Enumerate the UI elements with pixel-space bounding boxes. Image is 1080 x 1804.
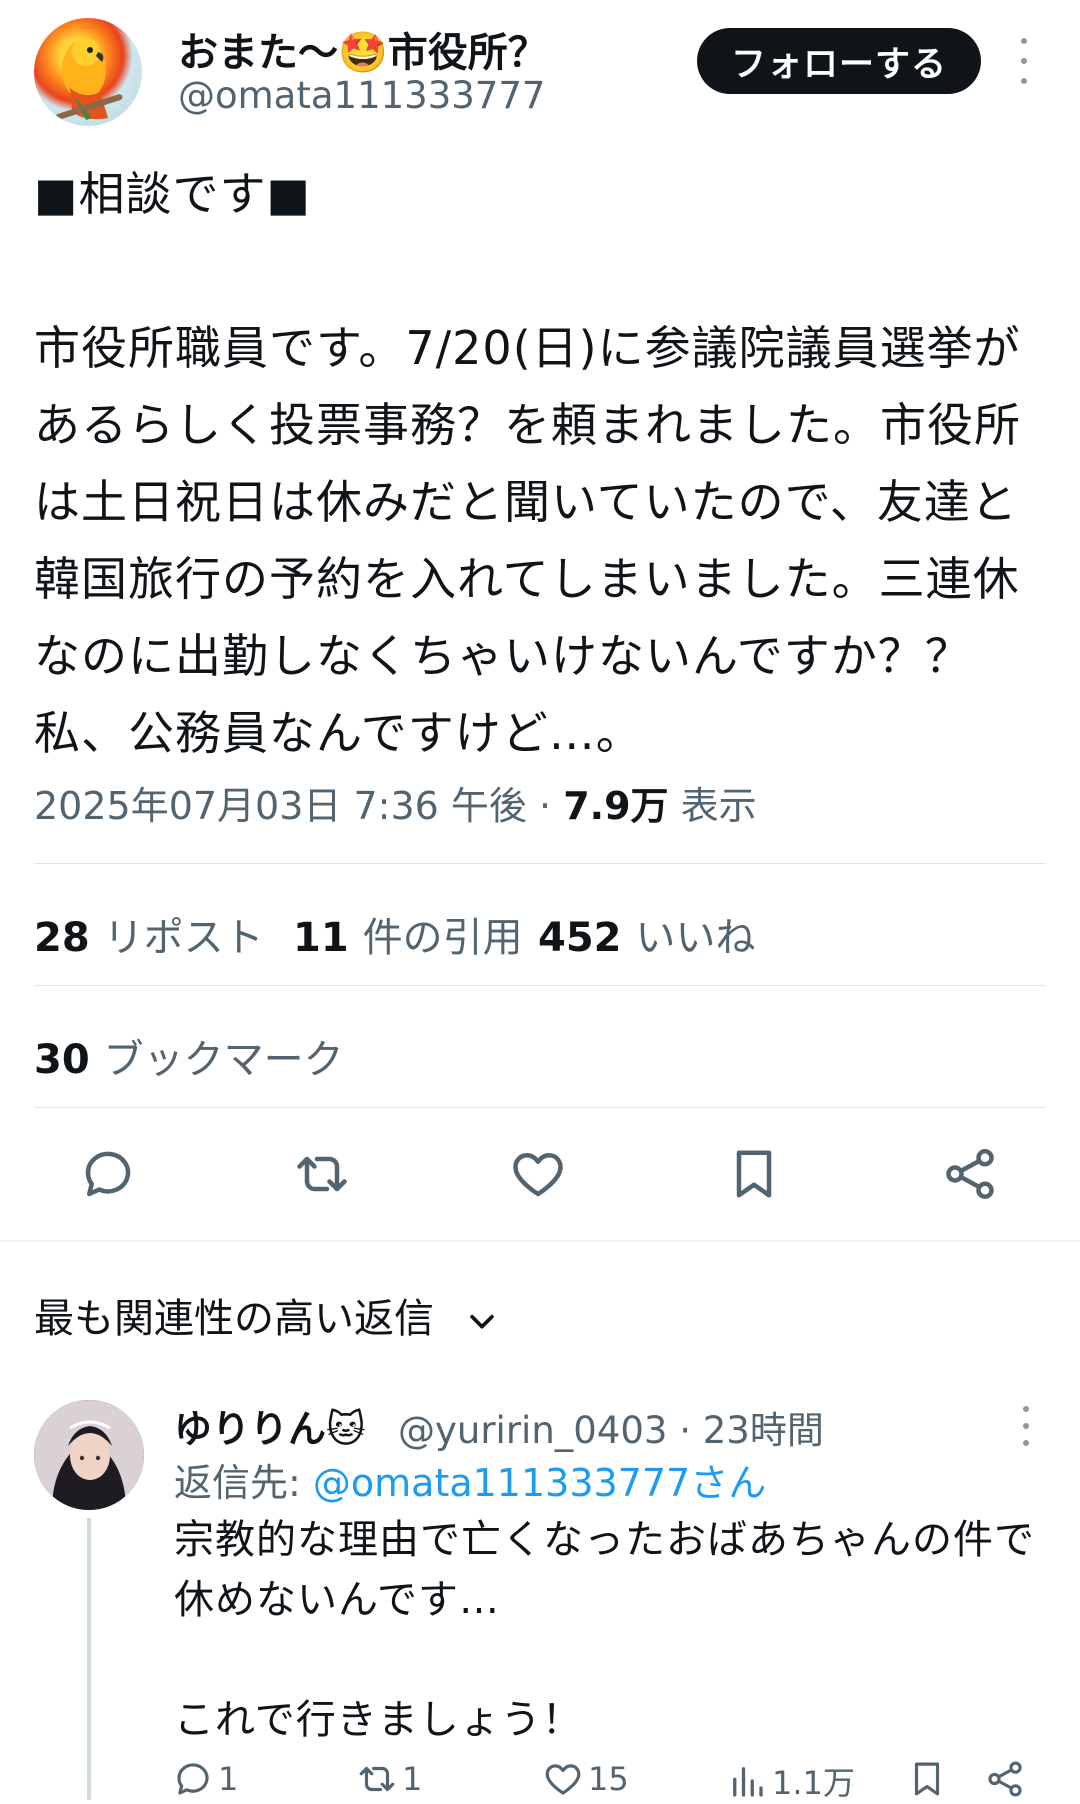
reply-likes-count: 15: [588, 1760, 629, 1798]
author-avatar[interactable]: [34, 18, 142, 126]
reply-share-button[interactable]: [984, 1758, 1026, 1800]
reply-to-handle-link[interactable]: @omata111333777さん: [313, 1461, 766, 1505]
replies-sort-label: 最も関連性の高い返信: [34, 1296, 434, 1342]
like-icon: [545, 1764, 581, 1795]
tweet-timestamp[interactable]: 2025年07月03日 7:36 午後: [34, 784, 527, 828]
reply-views-count: 1.1万: [772, 1764, 855, 1802]
reply-to-prefix: 返信先:: [174, 1461, 313, 1505]
reposts-count: 28: [34, 915, 90, 961]
quotes-stat[interactable]: 11 件の引用: [293, 905, 523, 963]
section-separator: [0, 1240, 1080, 1242]
reply-repost-button[interactable]: 1: [356, 1758, 422, 1800]
reply-meta-separator: ·: [679, 1409, 691, 1452]
likes-label: いいね: [635, 915, 756, 961]
reply-replies-count: 1: [218, 1760, 239, 1798]
reply-author-name[interactable]: ゆりりん🐱: [174, 1398, 366, 1453]
reply-reposts-count: 1: [402, 1760, 423, 1798]
repost-icon[interactable]: [292, 1144, 352, 1204]
share-icon: [988, 1761, 1022, 1797]
reply-time[interactable]: 23時間: [703, 1409, 824, 1452]
quotes-count: 11: [293, 915, 349, 961]
tweet-text: ■相談です■ 市役所職員です。7/20(日)に参議院議員選挙があるらしく投票事務…: [34, 167, 1021, 760]
divider: [34, 1107, 1046, 1108]
reply-text: 宗教的な理由で亡くなったおばあちゃんの件で休めないんです… これで行きましょう！: [174, 1517, 1035, 1743]
reply-author-meta: @yuririn_0403 · 23時間: [398, 1400, 824, 1454]
reply-views-button[interactable]: 1.1万: [726, 1758, 855, 1804]
reply-icon: [177, 1763, 209, 1795]
reply-more-options-icon[interactable]: [1016, 1406, 1036, 1446]
follow-button[interactable]: フォローする: [697, 28, 981, 94]
author-display-name[interactable]: おまた〜🤩市役所？: [178, 20, 548, 78]
repost-icon: [359, 1766, 395, 1792]
tweet-meta: 2025年07月03日 7:36 午後 · 7.9万 表示: [34, 775, 757, 830]
divider: [34, 985, 1046, 986]
bookmark-icon[interactable]: [724, 1144, 784, 1204]
reposts-stat[interactable]: 28 リポスト: [34, 905, 264, 963]
reply-reply-button[interactable]: 1: [172, 1758, 238, 1800]
quotes-label: 件の引用: [362, 915, 523, 961]
replies-sort-selector[interactable]: 最も関連性の高い返信: [34, 1286, 499, 1344]
reposts-label: リポスト: [103, 915, 264, 961]
reply-to-line: 返信先: @omata111333777さん: [174, 1452, 766, 1507]
thread-line: [87, 1518, 91, 1800]
share-icon[interactable]: [940, 1144, 1000, 1204]
likes-stat[interactable]: 452 いいね: [538, 905, 756, 963]
like-icon[interactable]: [508, 1144, 568, 1204]
bookmarks-label: ブックマーク: [103, 1037, 344, 1083]
divider: [34, 863, 1046, 864]
bookmarks-count: 30: [34, 1037, 90, 1083]
reply-like-button[interactable]: 15: [542, 1758, 629, 1800]
reply-bookmark-button[interactable]: [906, 1758, 948, 1800]
likes-count: 452: [538, 915, 622, 961]
reply-author-avatar[interactable]: [34, 1400, 144, 1510]
more-options-icon[interactable]: [1014, 38, 1034, 84]
bookmark-icon: [914, 1762, 940, 1796]
views-label: 表示: [680, 784, 757, 828]
reply-author-handle[interactable]: @yuririn_0403: [398, 1409, 667, 1452]
author-handle[interactable]: @omata111333777: [178, 74, 545, 117]
bookmarks-stat[interactable]: 30 ブックマーク: [34, 1027, 344, 1085]
reply-icon[interactable]: [78, 1144, 138, 1204]
views-icon: [733, 1767, 763, 1797]
chevron-down-icon: [465, 1304, 499, 1338]
views-count: 7.9万: [563, 784, 669, 828]
meta-separator: ·: [539, 784, 552, 828]
